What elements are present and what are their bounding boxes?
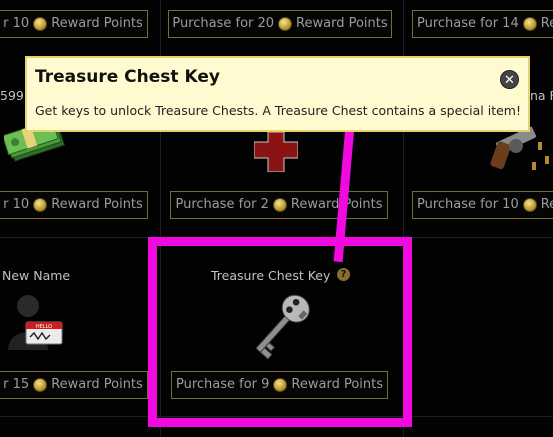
item-tooltip: Treasure Chest Key ✕ Get keys to unlock …	[25, 56, 530, 132]
coin-icon	[33, 198, 48, 212]
purchase-button[interactable]: Purchase for 20 Reward Points	[168, 10, 392, 38]
purchase-currency: Reward Points	[51, 16, 143, 31]
close-icon[interactable]: ✕	[500, 70, 519, 89]
purchase-currency: Reward Points	[540, 197, 553, 212]
purchase-currency: Reward Points	[51, 197, 143, 212]
nametag-text: HELLO	[36, 324, 52, 330]
name-tag-person-icon: HELLO	[8, 295, 63, 350]
coin-icon	[272, 198, 287, 212]
coin-icon	[522, 198, 537, 212]
purchase-button[interactable]: r 10 Reward Points	[0, 191, 148, 219]
purchase-button[interactable]: r 15 Reward Points	[0, 371, 148, 399]
purchase-price: Purchase for 2	[175, 197, 269, 212]
purchase-price: r 15	[3, 377, 30, 392]
coin-icon	[33, 378, 48, 392]
coin-icon	[33, 17, 48, 31]
purchase-button[interactable]: Purchase for 2 Reward Points	[170, 191, 388, 219]
coin-icon	[278, 17, 293, 31]
tooltip-title: Treasure Chest Key	[35, 67, 220, 87]
coin-icon	[522, 17, 537, 31]
purchase-price: r 10	[3, 197, 30, 212]
purchase-button[interactable]: Purchase for 10 Reward Points	[412, 191, 553, 219]
purchase-price: Purchase for 10	[417, 197, 519, 212]
purchase-price: r 10	[3, 16, 30, 31]
purchase-price: Purchase for 14	[417, 16, 519, 31]
purchase-currency: Reward Points	[296, 16, 388, 31]
purchase-currency: Reward Points	[540, 16, 553, 31]
item-title: na F	[530, 88, 553, 103]
item-title: 599	[0, 88, 24, 103]
item-title: New Name	[2, 268, 71, 283]
purchase-button[interactable]: Purchase for 14 Reward Points	[412, 10, 553, 38]
purchase-button[interactable]: r 10 Reward Points	[0, 10, 148, 38]
purchase-currency: Reward Points	[51, 377, 143, 392]
highlight-box	[148, 237, 412, 427]
tooltip-description: Get keys to unlock Treasure Chests. A Tr…	[35, 103, 521, 118]
red-cross-icon	[254, 132, 298, 172]
purchase-price: Purchase for 20	[172, 16, 275, 31]
